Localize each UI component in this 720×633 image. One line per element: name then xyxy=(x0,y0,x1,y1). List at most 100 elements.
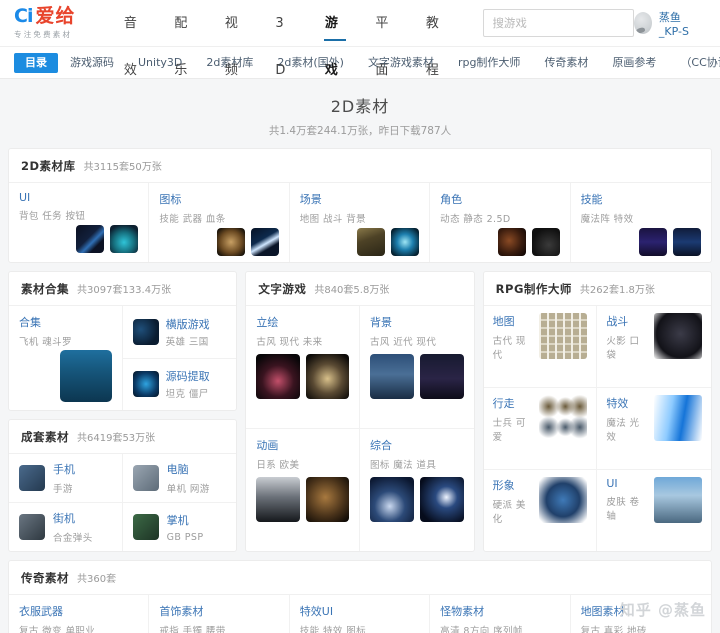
thumbnail[interactable] xyxy=(539,395,588,441)
collection-cell-main[interactable]: 合集 飞机 魂斗罗 xyxy=(9,306,123,410)
collection-item-sidescroll[interactable]: 横版游戏 英雄 三国 xyxy=(122,306,237,359)
thumbnail[interactable] xyxy=(419,477,464,522)
thumbnail[interactable] xyxy=(216,228,245,256)
subnav-item-legend[interactable]: 传奇素材 xyxy=(532,53,600,73)
category-name[interactable]: 形象 xyxy=(493,477,534,493)
category-cell-clothes-weapons[interactable]: 衣服武器 复古 微变 单职业 xyxy=(9,595,150,633)
category-cell-portrait[interactable]: 形象 硬派 美化 xyxy=(484,470,598,551)
category-name[interactable]: 地图 xyxy=(493,313,534,329)
thumbnail[interactable] xyxy=(132,514,159,540)
category-name[interactable]: 街机 xyxy=(53,510,93,526)
thumbnail[interactable] xyxy=(357,228,386,256)
category-cell-general[interactable]: 综合 图标 魔法 道具 xyxy=(360,429,474,551)
category-name[interactable]: 特效UI xyxy=(300,603,419,619)
category-name[interactable]: 动画 xyxy=(256,437,349,453)
nav-item-music[interactable]: 配乐 xyxy=(159,0,210,78)
thumbnail[interactable] xyxy=(653,395,702,441)
subnav-item-cc-library[interactable]: （CC协议）素材库 xyxy=(668,53,720,73)
thumbnail[interactable] xyxy=(256,354,300,399)
category-name[interactable]: 怪物素材 xyxy=(440,603,559,619)
thumbnail[interactable] xyxy=(76,225,105,253)
category-name[interactable]: 技能 xyxy=(581,191,701,207)
thumbnail[interactable] xyxy=(132,465,159,491)
category-cell-character[interactable]: 角色 动态 静态 2.5D xyxy=(430,183,571,262)
category-name[interactable]: 手机 xyxy=(53,461,75,477)
category-name[interactable]: 综合 xyxy=(370,437,464,453)
category-cell-monster[interactable]: 怪物素材 高清 8方向 序列帧 xyxy=(430,595,571,633)
category-name[interactable]: 图标 xyxy=(159,191,278,207)
user-area[interactable]: 蒸鱼_KP-S xyxy=(633,9,706,38)
thumbnail[interactable] xyxy=(110,225,139,253)
thumbnail[interactable] xyxy=(19,514,45,540)
thumbnail[interactable] xyxy=(369,354,414,399)
thumbnail[interactable] xyxy=(59,350,112,402)
category-name[interactable]: 衣服武器 xyxy=(19,603,138,619)
category-name[interactable]: 横版游戏 xyxy=(166,316,210,332)
category-cell-standing-art[interactable]: 立绘 古风 现代 未来 xyxy=(246,306,360,429)
category-cell-jewelry[interactable]: 首饰素材 戒指 手镯 腰带 xyxy=(149,595,290,633)
nav-item-3d[interactable]: 3 D xyxy=(260,0,309,78)
category-name[interactable]: 首饰素材 xyxy=(159,603,278,619)
category-name[interactable]: 源码提取 xyxy=(166,368,210,384)
category-cell-map-asset[interactable]: 地图素材 复古 真彩 地砖 xyxy=(571,595,711,633)
category-cell-background[interactable]: 背景 古风 近代 现代 xyxy=(359,306,474,429)
thumbnail[interactable] xyxy=(419,354,464,399)
category-cell-ui[interactable]: UI 背包 任务 按钮 xyxy=(9,183,150,262)
nav-item-game[interactable]: 游戏 xyxy=(310,0,361,78)
site-logo[interactable]: Ci 爱给 专注免费素材 xyxy=(14,6,95,40)
category-name[interactable]: 战斗 xyxy=(606,313,648,329)
category-name[interactable]: 场景 xyxy=(300,191,419,207)
category-cell-skill[interactable]: 技能 魔法阵 特效 xyxy=(571,183,711,262)
category-name[interactable]: 特效 xyxy=(606,395,648,411)
thumbnail[interactable] xyxy=(19,465,45,491)
category-cell-effect[interactable]: 特效 魔法 光效 xyxy=(597,388,711,470)
set-item-mobile[interactable]: 手机 手游 xyxy=(9,454,123,503)
category-name[interactable]: UI xyxy=(606,477,648,490)
category-name[interactable]: 行走 xyxy=(493,395,534,411)
set-item-handheld[interactable]: 掌机 GB PSP xyxy=(123,503,237,551)
category-cell-scene[interactable]: 场景 地图 战斗 背景 xyxy=(290,183,431,262)
category-cell-map[interactable]: 地图 古代 现代 xyxy=(483,306,598,388)
category-name[interactable]: 角色 xyxy=(440,191,559,207)
category-cell-effect-ui[interactable]: 特效UI 技能 特效 图标 xyxy=(290,595,431,633)
collection-item-source-extract[interactable]: 源码提取 坦克 僵尸 xyxy=(123,359,237,411)
user-name[interactable]: 蒸鱼_KP-S xyxy=(659,9,702,38)
category-name[interactable]: UI xyxy=(19,191,138,204)
subnav-item-game-source[interactable]: 游戏源码 xyxy=(58,53,126,73)
thumbnail[interactable] xyxy=(132,318,159,345)
thumbnail[interactable] xyxy=(638,228,667,256)
thumbnail[interactable] xyxy=(653,477,702,523)
category-name[interactable]: 立绘 xyxy=(256,314,349,330)
category-name[interactable]: 地图素材 xyxy=(581,603,701,619)
thumbnail[interactable] xyxy=(539,477,588,523)
thumbnail[interactable] xyxy=(256,477,300,522)
thumbnail[interactable] xyxy=(250,228,279,256)
subnav-item-rpg-maker[interactable]: rpg制作大师 xyxy=(446,53,533,73)
category-name[interactable]: 背景 xyxy=(370,314,464,330)
thumbnail[interactable] xyxy=(369,477,414,522)
category-name[interactable]: 电脑 xyxy=(167,461,210,477)
nav-item-graphic[interactable]: 平面 xyxy=(360,0,411,78)
category-cell-battle[interactable]: 战斗 火影 口袋 xyxy=(597,306,711,388)
nav-item-video[interactable]: 视频 xyxy=(210,0,261,78)
thumbnail[interactable] xyxy=(132,371,159,398)
thumbnail[interactable] xyxy=(305,477,349,522)
subnav-item-catalog[interactable]: 目录 xyxy=(14,52,58,73)
search-input[interactable] xyxy=(484,10,633,36)
set-item-arcade[interactable]: 街机 合金弹头 xyxy=(9,503,123,551)
category-cell-walk[interactable]: 行走 士兵 可爱 xyxy=(483,388,598,470)
category-name[interactable]: 合集 xyxy=(19,314,112,330)
category-cell-rpg-ui[interactable]: UI 皮肤 卷轴 xyxy=(597,470,711,551)
thumbnail[interactable] xyxy=(653,313,702,359)
category-cell-animation[interactable]: 动画 日系 欧美 xyxy=(246,429,360,551)
nav-item-sound[interactable]: 音效 xyxy=(109,0,160,78)
category-cell-icon[interactable]: 图标 技能 武器 血条 xyxy=(149,183,290,262)
thumbnail[interactable] xyxy=(305,354,349,399)
thumbnail[interactable] xyxy=(539,313,588,359)
thumbnail[interactable] xyxy=(531,228,560,256)
thumbnail[interactable] xyxy=(497,228,526,256)
thumbnail[interactable] xyxy=(391,228,420,256)
nav-item-tutorial[interactable]: 教程 xyxy=(411,0,462,78)
category-name[interactable]: 掌机 xyxy=(167,512,204,528)
set-item-pc[interactable]: 电脑 单机 网游 xyxy=(122,454,237,503)
